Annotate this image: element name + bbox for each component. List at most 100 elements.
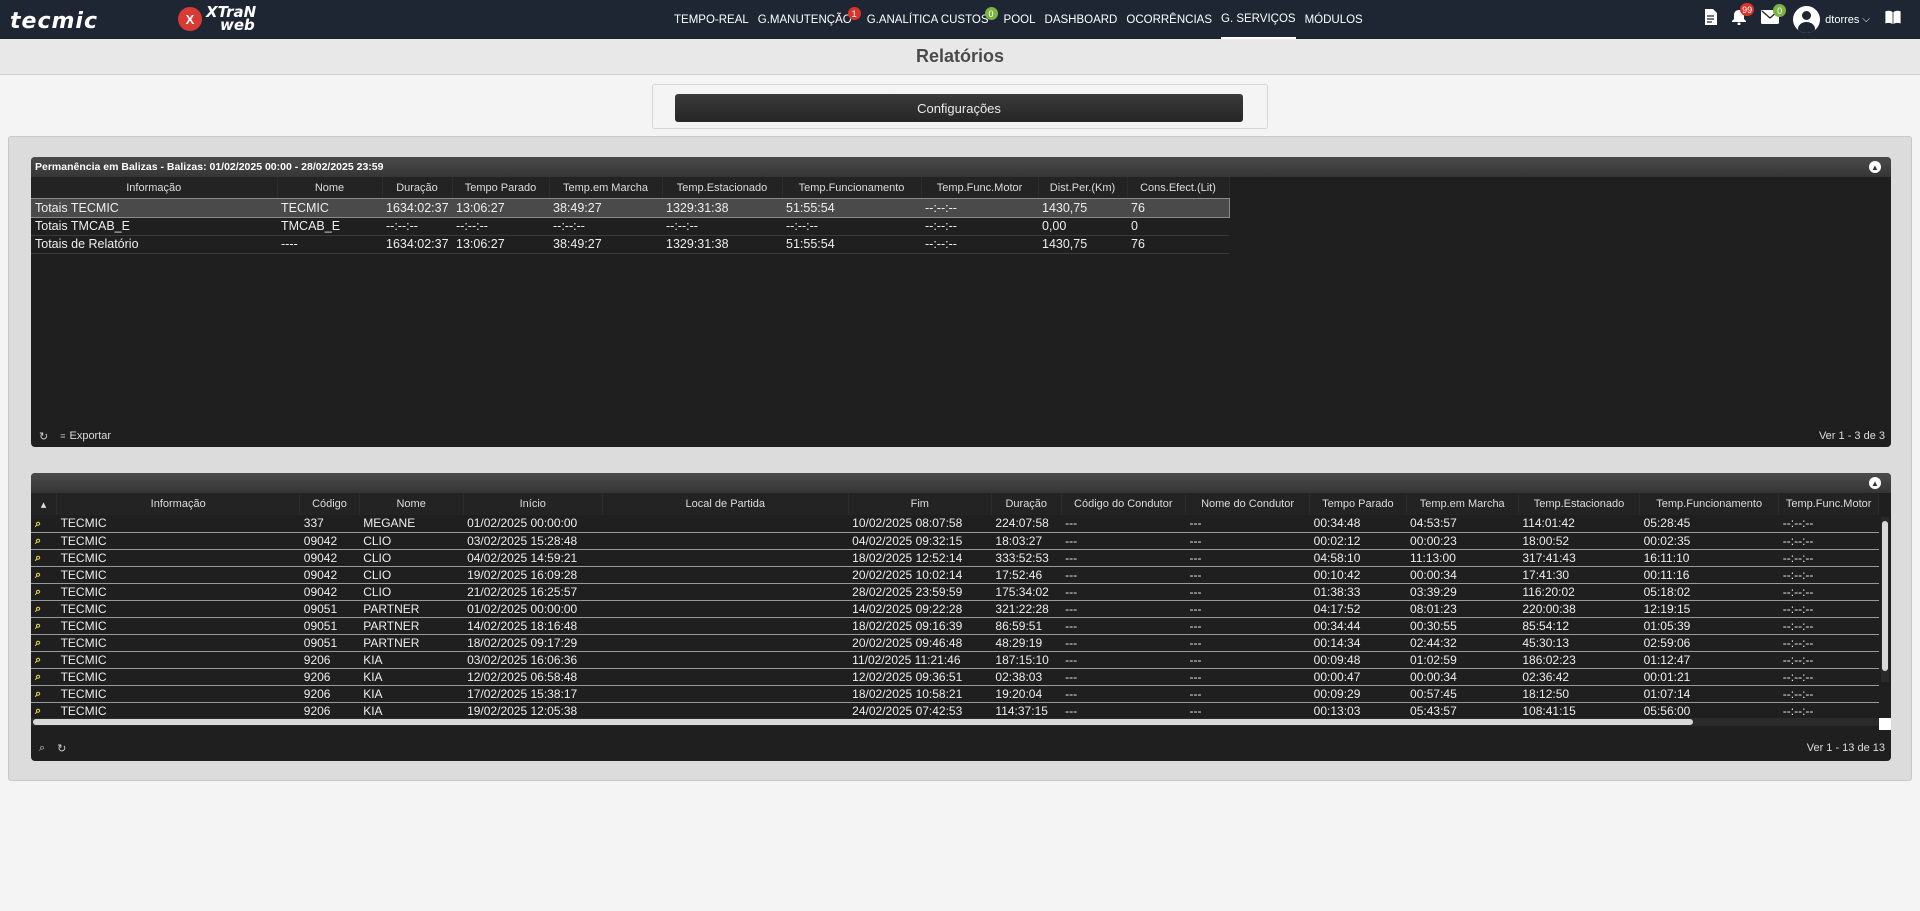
row-search-icon[interactable]: ⌕ bbox=[31, 583, 57, 600]
horizontal-scrollbar[interactable] bbox=[31, 718, 1879, 726]
pager-info: Ver 1 - 3 de 3 bbox=[1818, 430, 1885, 442]
user-menu[interactable]: dtorres ⌵ bbox=[1793, 6, 1870, 33]
row-search-icon[interactable]: ⌕ bbox=[31, 702, 57, 718]
col-header[interactable]: Nome bbox=[277, 177, 383, 199]
table-row[interactable]: Totais TECMIC TECMIC 1634:02:37 13:06:27 38:… bbox=[31, 198, 1230, 218]
panel-header: ▲ bbox=[31, 473, 1891, 493]
nav-pool[interactable]: POOL bbox=[1004, 0, 1036, 39]
manutencao-badge: 1 bbox=[847, 7, 861, 20]
panel-permanencia-balizas: Permanência em Balizas - Balizas: 01/02/… bbox=[31, 157, 1891, 447]
nav-g-manutencao[interactable]: G.MANUTENÇÃO 1 bbox=[758, 0, 861, 39]
panel-footer: ⌕ ↻ Ver 1 - 13 de 13 bbox=[31, 735, 1891, 761]
xtran-web-logo[interactable]: X XTraN web bbox=[178, 5, 256, 33]
col-header[interactable]: Nome do Condutor bbox=[1185, 493, 1311, 515]
panel-detail: ▲ ▴ Informação Código Nome Início Local … bbox=[31, 473, 1891, 761]
nav-modulos[interactable]: MÓDULOS bbox=[1305, 0, 1363, 39]
messages-badge: 0 bbox=[1773, 4, 1787, 17]
col-header[interactable]: Duração bbox=[991, 493, 1062, 515]
col-header[interactable]: Dist.Per.(Km) bbox=[1038, 177, 1128, 199]
col-header[interactable]: Temp.Funcionamento bbox=[782, 177, 922, 199]
nav-tempo-real[interactable]: TEMPO-REAL bbox=[674, 0, 749, 39]
export-button[interactable]: ≡ Exportar bbox=[60, 430, 111, 442]
table-row[interactable]: ⌕ TECMIC 09042 CLIO 04/02/2025 14:59:21 18/02… bbox=[31, 549, 1879, 566]
col-header[interactable]: Informação bbox=[31, 177, 278, 199]
notifications-badge: 99 bbox=[1740, 3, 1755, 16]
scroll-corner bbox=[1879, 718, 1891, 730]
table-row[interactable]: ⌕ TECMIC 9206 KIA 03/02/2025 16:06:36 11/02/2… bbox=[31, 651, 1879, 668]
export-icon: ≡ bbox=[60, 431, 66, 441]
col-header[interactable]: Temp.em Marcha bbox=[1406, 493, 1519, 515]
table-row[interactable]: ⌕ TECMIC 09042 CLIO 03/02/2025 15:28:48 04/02… bbox=[31, 532, 1879, 549]
table-row[interactable]: ⌕ TECMIC 09051 PARTNER 01/02/2025 00:00:00 14… bbox=[31, 600, 1879, 617]
col-header[interactable]: Local de Partida bbox=[602, 493, 849, 515]
sort-icon[interactable]: ▴ bbox=[31, 493, 58, 515]
config-section: Configurações bbox=[652, 84, 1268, 129]
refresh-icon[interactable]: ↻ bbox=[39, 430, 48, 443]
col-header[interactable]: Início bbox=[463, 493, 603, 515]
pager-info: Ver 1 - 13 de 13 bbox=[1806, 742, 1885, 754]
detail-table-wrap: ▴ Informação Código Nome Início Local de… bbox=[31, 493, 1879, 718]
analitica-badge: 0 bbox=[984, 7, 998, 20]
collapse-icon[interactable]: ▲ bbox=[1869, 477, 1881, 489]
panel-title: Permanência em Balizas - Balizas: 01/02/… bbox=[35, 161, 384, 173]
row-search-icon[interactable]: ⌕ bbox=[31, 549, 57, 566]
nav-dashboard[interactable]: DASHBOARD bbox=[1045, 0, 1118, 39]
book-icon[interactable] bbox=[1884, 9, 1902, 30]
col-header[interactable]: Temp.Estacionado bbox=[1518, 493, 1641, 515]
username: dtorres bbox=[1825, 13, 1860, 26]
col-header[interactable]: Temp.Func.Motor bbox=[1778, 493, 1879, 515]
configuracoes-button[interactable]: Configurações bbox=[675, 94, 1243, 122]
nav-g-analitica-custos[interactable]: G.ANALÍTICA CUSTOS 0 bbox=[867, 0, 998, 39]
col-header[interactable]: Código bbox=[299, 493, 360, 515]
vertical-scrollbar[interactable] bbox=[1881, 517, 1889, 682]
table-row[interactable]: ⌕ TECMIC 09051 PARTNER 14/02/2025 18:16:48 18… bbox=[31, 617, 1879, 634]
col-header[interactable]: Temp.Funcionamento bbox=[1639, 493, 1780, 515]
col-header[interactable]: Duração bbox=[382, 177, 453, 199]
row-search-icon[interactable]: ⌕ bbox=[31, 600, 57, 617]
col-header[interactable]: Informação bbox=[56, 493, 301, 515]
table-row[interactable]: Totais TMCAB_E TMCAB_E --:--:-- --:--:-- --:… bbox=[31, 217, 1229, 235]
document-icon[interactable] bbox=[1704, 9, 1718, 30]
col-header[interactable]: Nome bbox=[359, 493, 464, 515]
row-search-icon[interactable]: ⌕ bbox=[31, 668, 57, 685]
table-row[interactable]: ⌕ TECMIC 09042 CLIO 21/02/2025 16:25:57 28/02… bbox=[31, 583, 1879, 600]
row-search-icon[interactable]: ⌕ bbox=[31, 515, 57, 532]
col-header[interactable]: Temp.em Marcha bbox=[549, 177, 663, 199]
summary-table: Informação Nome Duração Tempo Parado Tem… bbox=[31, 177, 1230, 254]
refresh-icon[interactable]: ↻ bbox=[57, 742, 66, 755]
col-header[interactable]: Tempo Parado bbox=[1309, 493, 1407, 515]
row-search-icon[interactable]: ⌕ bbox=[31, 566, 57, 583]
search-icon[interactable]: ⌕ bbox=[39, 742, 45, 755]
tecmic-logo[interactable]: tecmic bbox=[10, 9, 98, 34]
nav-right: 99 0 dtorres ⌵ bbox=[1704, 0, 1920, 39]
col-header[interactable]: Temp.Estacionado bbox=[662, 177, 783, 199]
table-row[interactable]: ⌕ TECMIC 9206 KIA 17/02/2025 15:38:17 18/02/2… bbox=[31, 685, 1879, 702]
table-row[interactable]: Totais de Relatório ---- 1634:02:37 13:06:2… bbox=[31, 235, 1229, 253]
table-row[interactable]: ⌕ TECMIC 337 MEGANE 01/02/2025 00:00:00 10/02… bbox=[31, 515, 1879, 532]
col-header[interactable]: Tempo Parado bbox=[452, 177, 550, 199]
row-search-icon[interactable]: ⌕ bbox=[31, 532, 57, 549]
detail-table: ▴ Informação Código Nome Início Local de… bbox=[31, 493, 1879, 718]
col-header[interactable]: Fim bbox=[848, 493, 992, 515]
chevron-down-icon: ⌵ bbox=[1862, 14, 1870, 25]
row-search-icon[interactable]: ⌕ bbox=[31, 685, 57, 702]
nav-g-servicos[interactable]: G. SERVIÇOS bbox=[1221, 0, 1296, 39]
col-header[interactable]: Código do Condutor bbox=[1061, 493, 1186, 515]
avatar bbox=[1793, 6, 1821, 33]
table-row[interactable]: ⌕ TECMIC 9206 KIA 19/02/2025 12:05:38 24/02/2… bbox=[31, 702, 1879, 718]
collapse-icon[interactable]: ▲ bbox=[1869, 161, 1881, 173]
table-row[interactable]: ⌕ TECMIC 09051 PARTNER 18/02/2025 09:17:29 20… bbox=[31, 634, 1879, 651]
row-search-icon[interactable]: ⌕ bbox=[31, 651, 57, 668]
xtran-logo-icon: X bbox=[178, 7, 202, 31]
row-search-icon[interactable]: ⌕ bbox=[31, 617, 57, 634]
col-header[interactable]: Cons.Efect.(Lit) bbox=[1127, 177, 1230, 199]
row-search-icon[interactable]: ⌕ bbox=[31, 634, 57, 651]
bell-icon[interactable]: 99 bbox=[1731, 3, 1755, 30]
mail-icon[interactable]: 0 bbox=[1761, 4, 1787, 29]
table-row[interactable]: ⌕ TECMIC 9206 KIA 12/02/2025 06:58:48 12/02/2… bbox=[31, 668, 1879, 685]
top-navbar: tecmic X XTraN web TEMPO-REAL G.MANUTENÇ… bbox=[0, 0, 1920, 39]
table-row[interactable]: ⌕ TECMIC 09042 CLIO 19/02/2025 16:09:28 20/02… bbox=[31, 566, 1879, 583]
col-header[interactable]: Temp.Func.Motor bbox=[921, 177, 1039, 199]
main-menu: TEMPO-REAL G.MANUTENÇÃO 1 G.ANALÍTICA CUS… bbox=[674, 0, 1372, 39]
nav-ocorrencias[interactable]: OCORRÊNCIAS bbox=[1126, 0, 1212, 39]
